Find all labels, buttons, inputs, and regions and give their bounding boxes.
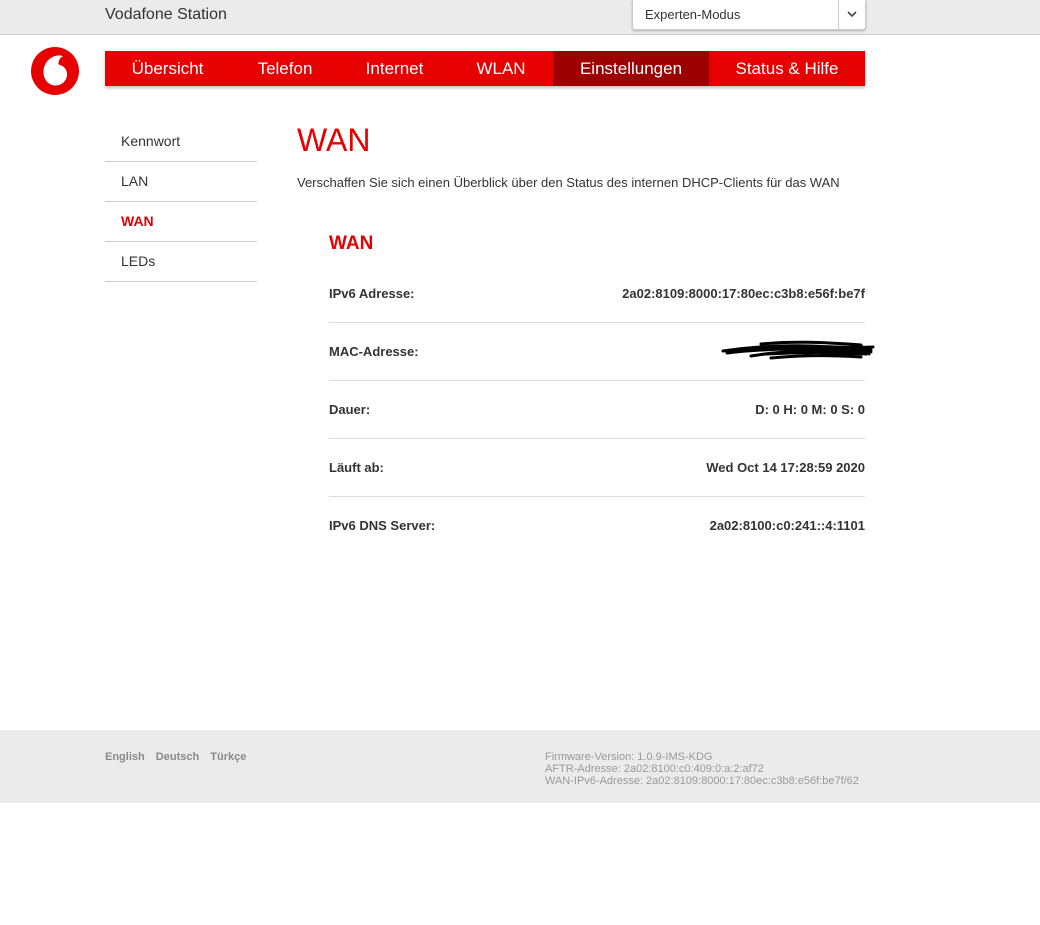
table-row: IPv6 Adresse: 2a02:8109:8000:17:80ec:c3b… (329, 265, 865, 323)
table-row: Läuft ab: Wed Oct 14 17:28:59 2020 (329, 439, 865, 497)
ipv6-address-label: IPv6 Adresse: (329, 286, 415, 301)
dns-server-value: 2a02:8100:c0:241::4:1101 (709, 518, 865, 533)
firmware-version: Firmware-Version: 1.0.9-IMS-KDG (545, 751, 713, 763)
top-bar: Vodafone Station Experten-Modus (0, 0, 1040, 35)
nav-item-status-hilfe[interactable]: Status & Hilfe (709, 51, 865, 86)
nav-item-wlan[interactable]: WLAN (449, 51, 553, 86)
sidebar: Kennwort LAN WAN LEDs (105, 122, 257, 282)
table-row: Dauer: D: 0 H: 0 M: 0 S: 0 (329, 381, 865, 439)
expires-value: Wed Oct 14 17:28:59 2020 (706, 460, 865, 475)
mode-select[interactable]: Experten-Modus (632, 0, 866, 30)
dns-server-label: IPv6 DNS Server: (329, 518, 436, 533)
app-title: Vodafone Station (105, 6, 227, 23)
mode-select-value: Experten-Modus (645, 7, 741, 22)
table-row: IPv6 DNS Server: 2a02:8100:c0:241::4:110… (329, 497, 865, 555)
main-nav: Übersicht Telefon Internet WLAN Einstell… (105, 51, 865, 86)
chevron-down-icon (847, 11, 857, 18)
redaction-scribble (721, 340, 875, 360)
ipv6-address-value: 2a02:8109:8000:17:80ec:c3b8:e56f:be7f (622, 286, 865, 301)
nav-item-internet[interactable]: Internet (340, 51, 449, 86)
duration-label: Dauer: (329, 402, 371, 417)
sidebar-item-kennwort[interactable]: Kennwort (105, 122, 257, 162)
expires-label: Läuft ab: (329, 460, 384, 475)
footer: English Deutsch Türkçe Firmware-Version:… (0, 730, 1040, 803)
wan-info-table: IPv6 Adresse: 2a02:8109:8000:17:80ec:c3b… (329, 265, 875, 555)
mode-select-toggle[interactable] (838, 0, 865, 29)
language-link-english[interactable]: English (105, 751, 145, 763)
section-title: WAN (329, 233, 374, 254)
nav-item-einstellungen[interactable]: Einstellungen (553, 51, 709, 86)
sidebar-item-lan[interactable]: LAN (105, 162, 257, 202)
wan-ipv6-address: WAN-IPv6-Adresse: 2a02:8109:8000:17:80ec… (545, 775, 859, 787)
aftr-address: AFTR-Adresse: 2a02:8100:c0:409:0:a:2:af7… (545, 763, 764, 775)
language-links: English Deutsch Türkçe (105, 751, 254, 763)
page-description: Verschaffen Sie sich einen Überblick übe… (297, 175, 840, 190)
nav-item-telefon[interactable]: Telefon (230, 51, 340, 86)
nav-item-uebersicht[interactable]: Übersicht (105, 51, 230, 86)
language-link-deutsch[interactable]: Deutsch (156, 751, 199, 763)
footer-info: Firmware-Version: 1.0.9-IMS-KDG AFTR-Adr… (545, 751, 859, 787)
vodafone-logo[interactable] (30, 46, 80, 96)
duration-value: D: 0 H: 0 M: 0 S: 0 (755, 402, 865, 417)
sidebar-item-leds[interactable]: LEDs (105, 242, 257, 282)
language-link-tuerkce[interactable]: Türkçe (210, 751, 246, 763)
sidebar-item-wan[interactable]: WAN (105, 202, 257, 242)
page-title: WAN (297, 122, 371, 158)
mac-address-label: MAC-Adresse: (329, 344, 419, 359)
table-row: MAC-Adresse: (329, 323, 875, 381)
